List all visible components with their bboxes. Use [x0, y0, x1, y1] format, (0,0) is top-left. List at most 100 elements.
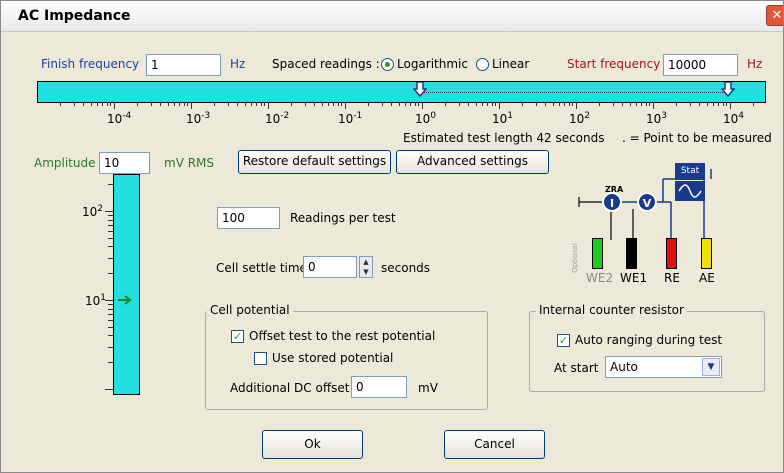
freq-tick	[495, 102, 497, 106]
freq-tick	[183, 102, 185, 106]
finish-frequency-label: Finish frequency	[41, 57, 140, 71]
freq-tick	[304, 102, 306, 106]
at-start-value: Auto	[610, 360, 638, 374]
freq-tick-label: 100	[415, 111, 437, 126]
freq-tick	[110, 102, 112, 106]
freq-tick	[730, 102, 731, 109]
restore-default-settings-button[interactable]: Restore default settings	[238, 150, 391, 174]
freq-tick	[60, 102, 62, 106]
start-frequency-input[interactable]: 10000	[663, 54, 738, 76]
window-title: AC Impedance	[18, 8, 131, 24]
auto-ranging-label: Auto ranging during test	[575, 333, 723, 347]
amplitude-tick	[105, 389, 113, 390]
freq-tick	[612, 102, 614, 106]
frequency-scale-labels: 10-4 10-3 10-2 10-1 100 101 102 103 104	[37, 111, 766, 129]
amplitude-tick	[105, 211, 113, 212]
voltage-meter-icon: V	[637, 192, 657, 212]
freq-tick	[327, 102, 329, 106]
freq-tick	[256, 102, 258, 106]
freq-tick-label: 10-2	[265, 111, 290, 126]
chevron-down-icon[interactable]: ▼	[702, 358, 720, 376]
use-stored-potential-checkbox[interactable]	[254, 352, 267, 365]
freq-tick	[264, 102, 266, 106]
spin-down-icon[interactable]: ▼	[360, 267, 372, 277]
cancel-button[interactable]: Cancel	[444, 430, 545, 459]
counter-resistor-group	[529, 311, 765, 392]
advanced-settings-button[interactable]: Advanced settings	[396, 150, 549, 174]
freq-tick	[712, 102, 714, 106]
freq-tick	[260, 102, 262, 106]
freq-tick	[150, 102, 152, 106]
freq-tick	[468, 102, 470, 106]
freq-tick	[83, 102, 85, 106]
spaced-readings-label: Spaced readings :	[272, 57, 380, 71]
freq-tick	[173, 102, 175, 106]
freq-tick	[214, 102, 216, 106]
cell-potential-title: Cell potential	[207, 303, 293, 317]
frequency-scale-ticks	[37, 102, 766, 110]
freq-tick	[244, 102, 246, 106]
frequency-range-bar[interactable]	[37, 81, 766, 103]
finish-frequency-arrow-icon[interactable]	[413, 82, 427, 98]
freq-tick	[552, 102, 554, 106]
we2-label: WE2	[586, 271, 614, 285]
dc-offset-unit: mV	[418, 381, 438, 395]
settle-time-spinner[interactable]: ▲ ▼	[359, 256, 373, 278]
freq-tick-label: 103	[646, 111, 668, 126]
freq-tick	[410, 102, 412, 106]
freq-tick	[653, 102, 654, 109]
amplitude-bar[interactable]	[113, 174, 140, 395]
freq-tick	[321, 102, 323, 106]
freq-tick	[381, 102, 383, 106]
radio-logarithmic[interactable]	[381, 58, 394, 71]
freq-tick	[629, 102, 631, 106]
freq-tick	[558, 102, 560, 106]
sine-source-icon	[675, 181, 705, 201]
freq-tick	[649, 102, 651, 106]
freq-tick	[572, 102, 574, 106]
freq-tick	[137, 102, 139, 106]
additional-dc-offset-input[interactable]: 0	[351, 376, 407, 398]
freq-tick	[599, 102, 601, 106]
amplitude-tick	[105, 300, 113, 301]
freq-tick	[676, 102, 678, 106]
freq-tick	[491, 102, 493, 106]
finish-frequency-input[interactable]: 1	[146, 54, 221, 76]
freq-tick	[291, 102, 293, 106]
close-button[interactable]: ✕	[766, 5, 783, 26]
amplitude-marker-arrow-icon[interactable]	[117, 294, 137, 306]
we2-lead-icon	[592, 238, 603, 269]
circuit-diagram: ZRA I V Stat Optional WE2 WE1 RE AE	[571, 161, 767, 291]
freq-tick	[314, 102, 316, 106]
freq-tick-label: 10-1	[338, 111, 363, 126]
freq-tick-label: 102	[569, 111, 591, 126]
freq-tick	[337, 102, 339, 106]
freq-tick	[545, 102, 547, 106]
spin-up-icon[interactable]: ▲	[360, 257, 372, 267]
re-label: RE	[664, 271, 680, 285]
readings-per-test-input[interactable]: 100	[217, 207, 280, 229]
readings-per-test-label: Readings per test	[290, 211, 396, 225]
start-frequency-arrow-icon[interactable]	[721, 82, 735, 98]
current-meter-icon: I	[602, 192, 622, 212]
ae-label: AE	[699, 271, 715, 285]
at-start-label: At start	[554, 361, 599, 375]
auto-ranging-checkbox[interactable]: ✓	[557, 334, 570, 347]
freq-tick	[160, 102, 162, 106]
freq-tick	[706, 102, 708, 106]
ok-button[interactable]: Ok	[262, 430, 363, 459]
radio-linear[interactable]	[476, 58, 489, 71]
amplitude-unit: mV RMS	[164, 156, 215, 170]
amplitude-input[interactable]: 10	[99, 152, 150, 174]
offset-test-checkbox[interactable]: ✓	[231, 330, 244, 343]
freq-tick	[345, 102, 346, 109]
cell-settle-time-label: Cell settle time	[216, 261, 307, 275]
freq-tick	[368, 102, 370, 106]
finish-frequency-unit: Hz	[230, 57, 246, 71]
freq-tick	[576, 102, 577, 109]
cell-settle-time-input[interactable]: 0	[303, 256, 357, 278]
freq-tick	[641, 102, 643, 106]
freq-tick	[250, 102, 252, 106]
at-start-select[interactable]: Auto ▼	[605, 356, 722, 378]
radio-linear-label: Linear	[492, 57, 530, 71]
